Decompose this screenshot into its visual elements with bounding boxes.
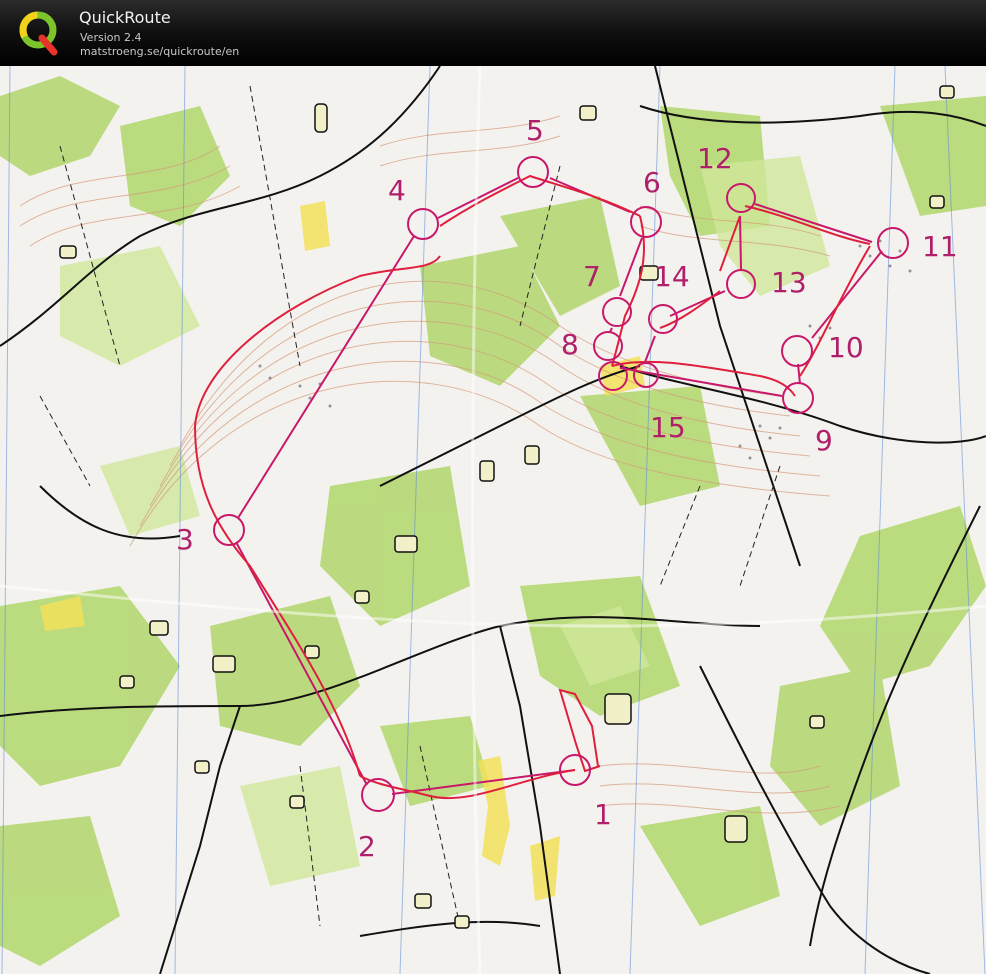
control-label-5: 5 — [526, 114, 544, 147]
app-version: Version 2.4 — [80, 31, 142, 44]
app-name: QuickRoute — [79, 8, 171, 27]
control-label-2: 2 — [358, 830, 376, 863]
map-canvas: 1 2 3 4 5 6 7 8 9 10 11 12 13 14 15 — [0, 66, 986, 974]
control-label-3: 3 — [176, 523, 194, 556]
orienteering-map[interactable]: 1 2 3 4 5 6 7 8 9 10 11 12 13 14 15 — [0, 66, 986, 974]
quickroute-logo-icon — [19, 11, 58, 56]
control-label-12: 12 — [697, 142, 733, 175]
control-label-4: 4 — [388, 174, 406, 207]
control-label-14: 14 — [654, 260, 690, 293]
title-bar: QuickRoute Version 2.4 matstroeng.se/qui… — [0, 0, 986, 66]
control-label-15: 15 — [650, 411, 686, 444]
control-label-1: 1 — [594, 798, 612, 831]
control-label-13: 13 — [771, 266, 807, 299]
control-label-11: 11 — [922, 230, 958, 263]
control-label-7: 7 — [583, 260, 601, 293]
control-label-6: 6 — [643, 166, 661, 199]
control-label-9: 9 — [815, 424, 833, 457]
app-url[interactable]: matstroeng.se/quickroute/en — [80, 45, 239, 58]
control-label-8: 8 — [561, 328, 579, 361]
control-label-10: 10 — [828, 331, 864, 364]
